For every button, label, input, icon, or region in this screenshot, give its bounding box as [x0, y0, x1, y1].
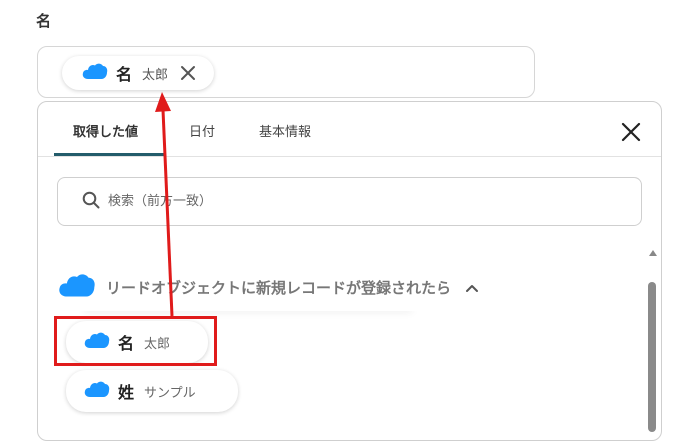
scroll-up-arrow[interactable] — [649, 250, 657, 256]
search-icon — [82, 191, 100, 213]
selected-value-chip[interactable]: 名 太郎 — [62, 56, 214, 90]
tab-acquired-values[interactable]: 取得した値 — [73, 121, 138, 140]
tab-basic-info[interactable]: 基本情報 — [259, 121, 311, 140]
tab-date[interactable]: 日付 — [189, 121, 215, 140]
salesforce-cloud-icon — [82, 62, 108, 84]
group-title: リードオブジェクトに新規レコードが登録されたら — [106, 278, 452, 297]
search-field[interactable] — [57, 177, 642, 226]
close-icon[interactable] — [180, 65, 196, 81]
trigger-group-header[interactable]: リードオブジェクトに新規レコードが登録されたら — [58, 262, 479, 312]
chip-field-value: 太郎 — [142, 67, 169, 83]
chip-field-name: 名 — [116, 65, 133, 84]
tab-bar: 取得した値 日付 基本情報 — [38, 102, 661, 157]
field-option-last-name[interactable]: 姓 サンプル — [66, 370, 238, 412]
salesforce-cloud-icon — [58, 272, 96, 302]
field-label: 名 — [36, 12, 52, 30]
salesforce-cloud-icon — [84, 380, 110, 402]
chevron-up-icon[interactable] — [465, 278, 479, 297]
close-icon[interactable] — [621, 122, 641, 142]
active-tab-indicator — [54, 153, 164, 156]
option-field-value: サンプル — [144, 385, 196, 401]
scrollbar[interactable] — [648, 250, 658, 440]
scrollbar-thumb[interactable] — [648, 282, 656, 432]
search-input[interactable] — [106, 193, 590, 210]
option-field-name: 姓 — [118, 383, 135, 402]
annotation-highlight-box — [54, 316, 217, 366]
